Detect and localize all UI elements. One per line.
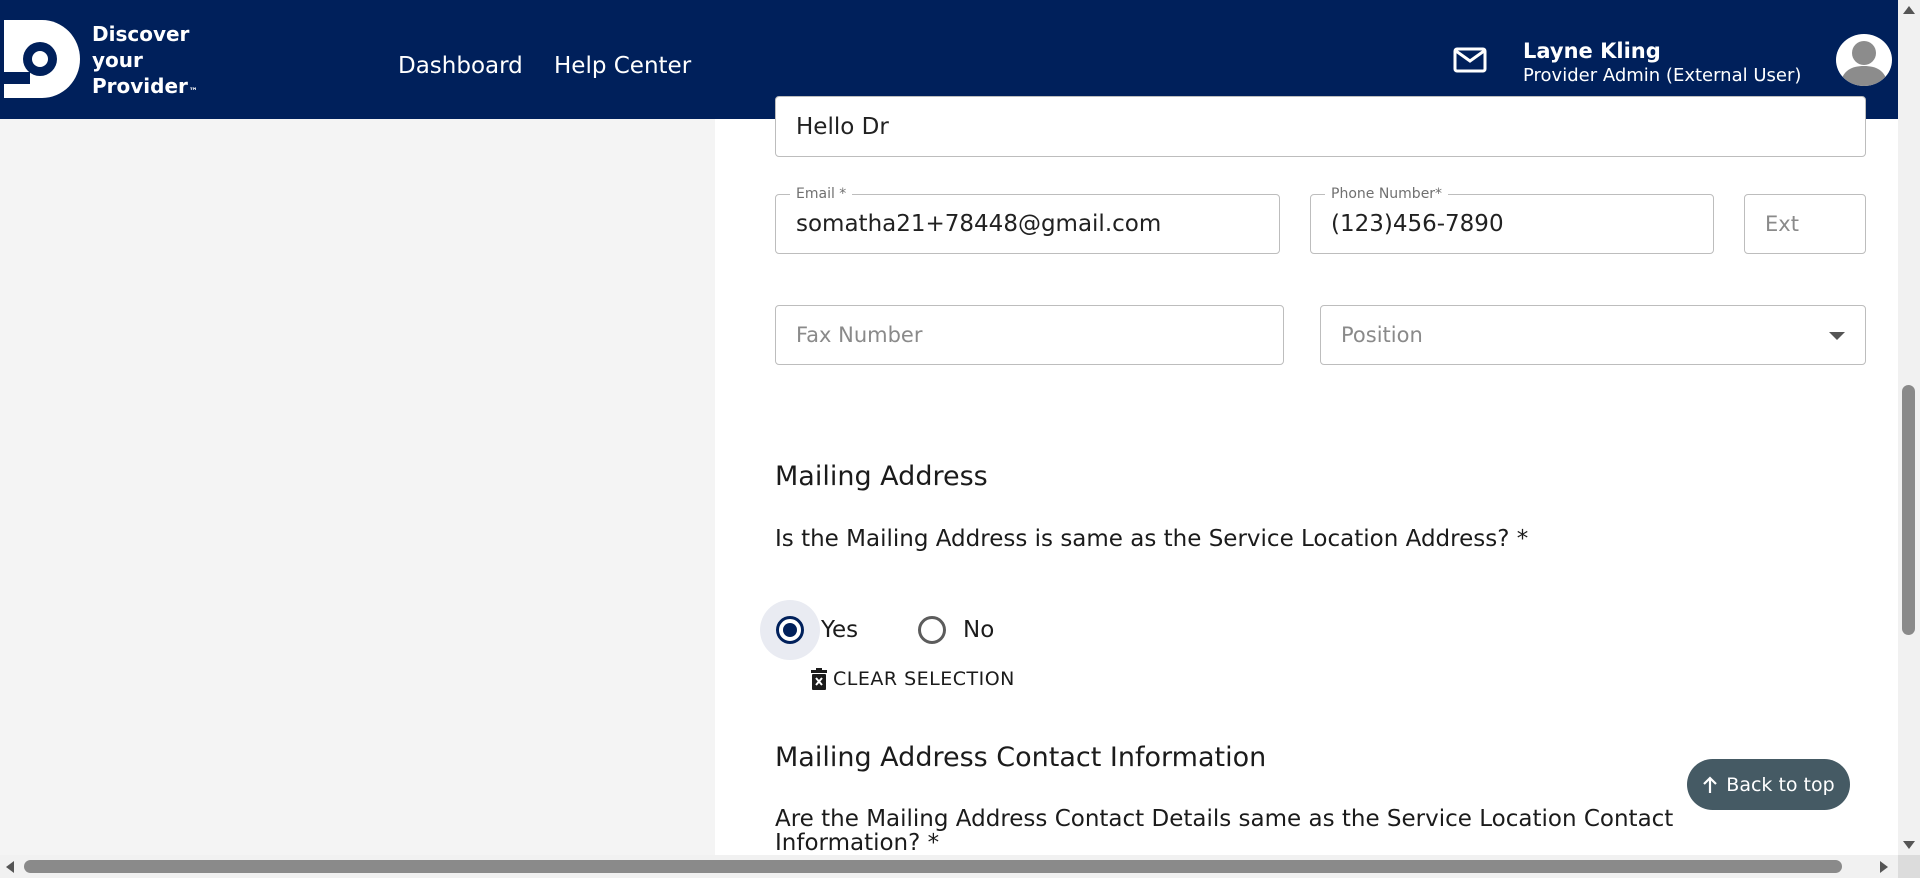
email-label: Email * <box>790 185 853 203</box>
avatar-icon <box>1840 41 1888 86</box>
user-name: Layne Kling <box>1523 39 1661 63</box>
email-value: somatha21+78448@gmail.com <box>796 211 1162 237</box>
radio-yes-label[interactable]: Yes <box>821 616 858 644</box>
horizontal-scroll-thumb[interactable] <box>24 860 1842 873</box>
radio-no-label[interactable]: No <box>963 616 994 644</box>
top-text-field[interactable]: Hello Dr <box>775 96 1866 157</box>
phone-number-field[interactable]: Phone Number* (123)456-7890 <box>1310 185 1714 254</box>
position-select[interactable]: Position <box>1320 305 1866 365</box>
vertical-scrollbar[interactable] <box>1898 0 1920 855</box>
contact-info-question: Are the Mailing Address Contact Details … <box>775 806 1674 856</box>
radio-yes-circle <box>776 616 804 644</box>
logo-line-3-text: Provider <box>92 74 188 98</box>
scrollbar-corner <box>1898 855 1920 878</box>
mail-icon[interactable] <box>1453 47 1487 73</box>
scroll-right-arrow-icon[interactable] <box>1880 861 1888 873</box>
clear-selection-label: CLEAR SELECTION <box>833 668 1015 690</box>
chevron-down-icon <box>1829 332 1845 340</box>
clear-selection-button[interactable]: CLEAR SELECTION <box>811 666 1015 692</box>
fax-number-field[interactable]: Fax Number <box>775 305 1284 365</box>
logo-line-2: your <box>92 48 143 72</box>
horizontal-scrollbar[interactable] <box>0 855 1920 878</box>
back-to-top-label: Back to top <box>1726 773 1835 796</box>
radio-no[interactable] <box>902 600 962 660</box>
scroll-left-arrow-icon[interactable] <box>6 861 14 873</box>
ext-placeholder: Ext <box>1765 212 1799 236</box>
trademark-symbol: ™ <box>188 87 198 97</box>
logo-line-1: Discover <box>92 22 190 46</box>
logo-text: Discover your Provider™ <box>92 21 198 99</box>
phone-number-value: (123)456-7890 <box>1331 211 1504 237</box>
user-role: Provider Admin (External User) <box>1523 65 1802 86</box>
trash-icon <box>811 668 827 690</box>
radio-yes[interactable] <box>760 600 820 660</box>
arrow-up-icon <box>1703 775 1718 793</box>
avatar[interactable] <box>1836 34 1892 86</box>
scroll-up-arrow-icon[interactable] <box>1903 6 1915 14</box>
scroll-down-arrow-icon[interactable] <box>1903 841 1915 849</box>
discover-your-provider-logo[interactable] <box>4 20 80 98</box>
left-panel <box>0 119 715 855</box>
phone-number-label: Phone Number* <box>1325 185 1449 203</box>
logo-line-3: Provider™ <box>92 73 198 99</box>
radio-no-circle <box>918 616 946 644</box>
mailing-address-title: Mailing Address <box>775 461 988 492</box>
nav-dashboard[interactable]: Dashboard <box>398 52 523 80</box>
email-field[interactable]: Email * somatha21+78448@gmail.com <box>775 185 1280 254</box>
contact-info-title: Mailing Address Contact Information <box>775 742 1267 773</box>
back-to-top-button[interactable]: Back to top <box>1687 759 1850 810</box>
nav-help-center[interactable]: Help Center <box>554 52 691 80</box>
position-placeholder: Position <box>1341 323 1423 347</box>
fax-number-placeholder: Fax Number <box>796 323 923 347</box>
ext-field[interactable]: Ext <box>1744 194 1866 254</box>
mailing-address-question: Is the Mailing Address is same as the Se… <box>775 526 1529 552</box>
vertical-scroll-thumb[interactable] <box>1902 385 1915 635</box>
top-text-field-value: Hello Dr <box>796 114 889 140</box>
